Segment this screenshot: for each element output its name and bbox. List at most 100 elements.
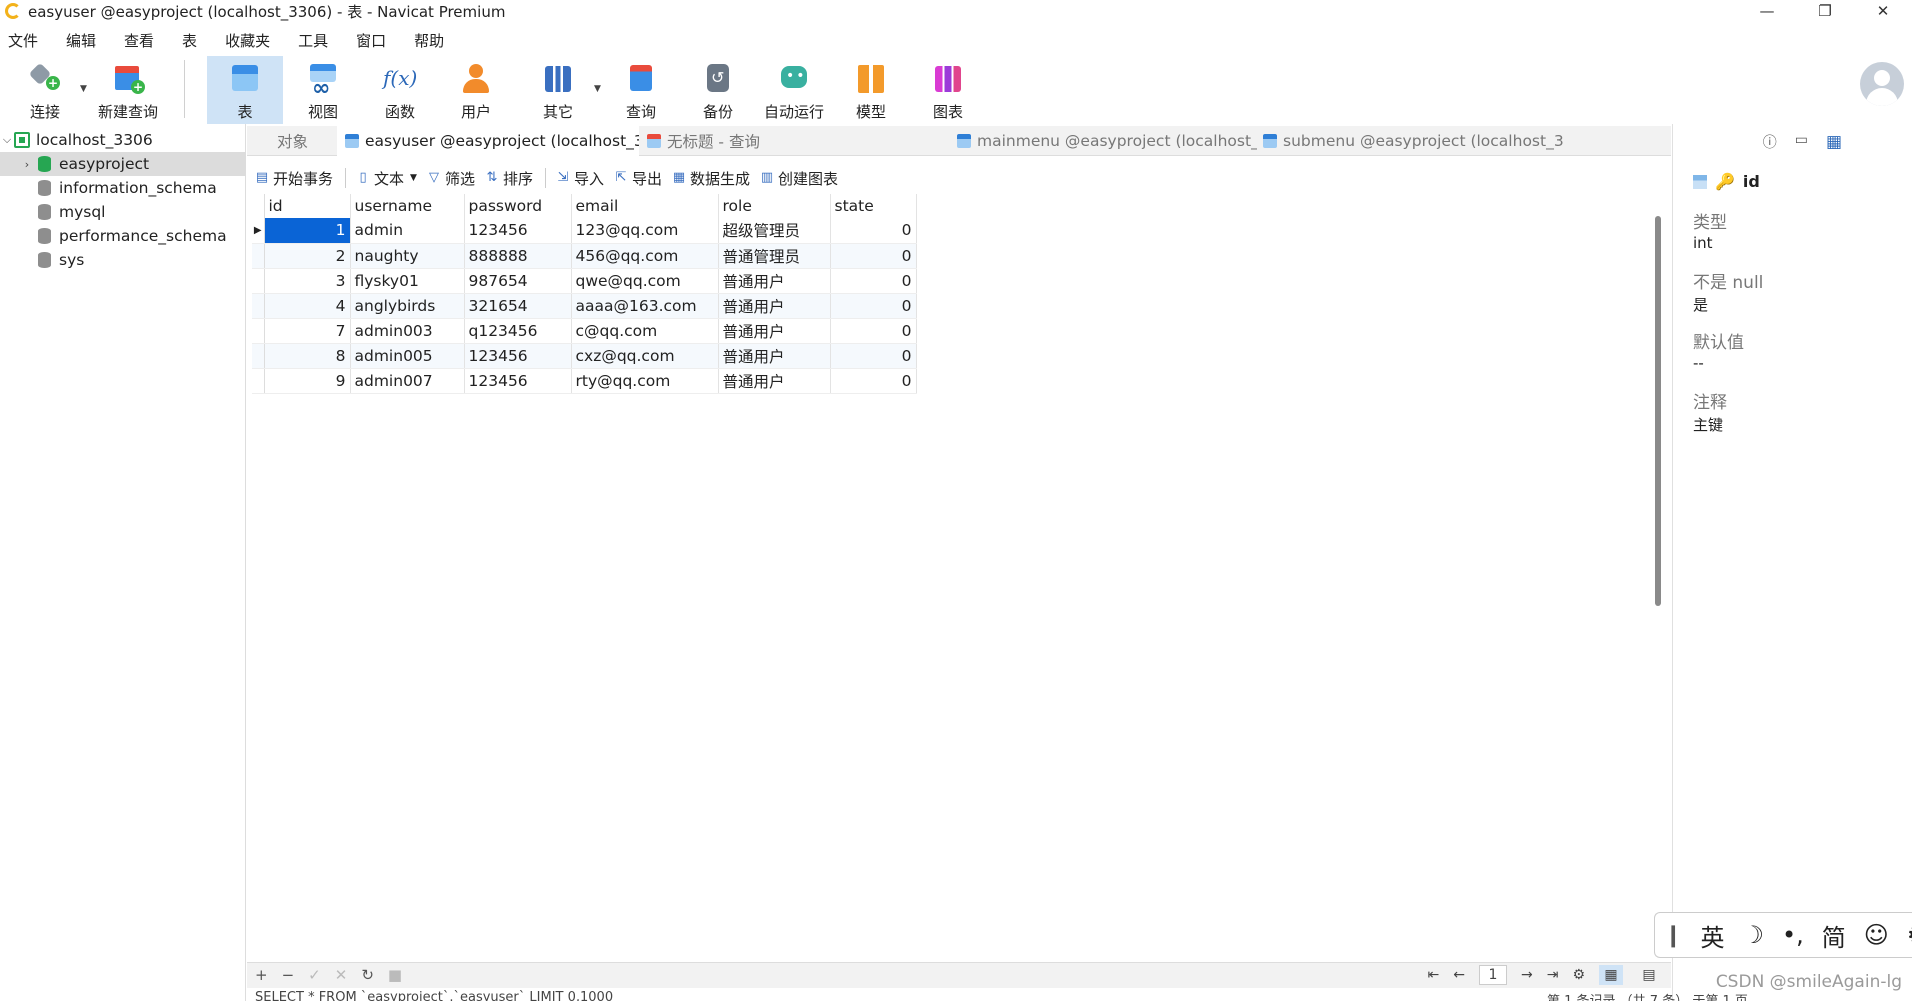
- cell-role[interactable]: 普通用户: [718, 318, 831, 344]
- cell-state[interactable]: 0: [830, 268, 917, 294]
- automation-button[interactable]: 自动运行: [756, 56, 832, 124]
- backup-button[interactable]: 备份: [688, 56, 748, 124]
- close-button[interactable]: ✕: [1854, 0, 1912, 22]
- cell-password[interactable]: 888888: [464, 243, 572, 269]
- cell-id[interactable]: 4: [264, 293, 351, 319]
- cell-id[interactable]: 9: [264, 368, 351, 394]
- table-row[interactable]: ▶ 1 admin 123456 123@qq.com 超级管理员 0: [252, 218, 917, 244]
- page-number-input[interactable]: 1: [1478, 965, 1507, 985]
- cell-password[interactable]: 123456: [464, 218, 572, 244]
- settings-icon[interactable]: ⚙: [1907, 921, 1912, 949]
- tree-db-performance-schema[interactable]: performance_schema: [0, 224, 246, 248]
- chevron-down-icon[interactable]: ⌵: [0, 133, 14, 147]
- cell-username[interactable]: admin: [350, 218, 465, 244]
- cell-email[interactable]: rty@qq.com: [571, 368, 719, 394]
- user-button[interactable]: 用户: [446, 56, 506, 124]
- filter-button[interactable]: ▽ 筛选: [427, 168, 475, 189]
- layout-icon[interactable]: ▦: [1826, 132, 1842, 152]
- sort-button[interactable]: ⇅ 排序: [485, 168, 533, 189]
- other-button[interactable]: 其它: [528, 56, 588, 124]
- tab-easyuser[interactable]: easyuser @easyproject (localhost_3...: [337, 126, 639, 156]
- import-button[interactable]: ⇲ 导入: [556, 168, 604, 189]
- query-button[interactable]: 查询: [611, 56, 671, 124]
- other-dropdown-icon[interactable]: ▼: [594, 84, 601, 94]
- info-icon[interactable]: ⓘ: [1763, 132, 1777, 152]
- ime-mode-button[interactable]: 英: [1700, 918, 1724, 953]
- grid-view-icon[interactable]: ▦: [1599, 965, 1623, 985]
- punctuation-icon[interactable]: •,: [1782, 921, 1804, 949]
- menu-file[interactable]: 文件: [8, 30, 38, 51]
- column-header-email[interactable]: email: [571, 194, 719, 218]
- chart-button[interactable]: 图表: [918, 56, 978, 124]
- avatar-icon[interactable]: [1860, 62, 1904, 106]
- menu-table[interactable]: 表: [182, 30, 197, 51]
- tab-submenu[interactable]: submenu @easyproject (localhost_3...: [1263, 126, 1563, 156]
- export-button[interactable]: ⇱ 导出: [614, 168, 662, 189]
- refresh-icon[interactable]: ↻: [361, 966, 374, 984]
- view-button[interactable]: 视图: [293, 56, 353, 124]
- first-page-icon[interactable]: ⇤: [1428, 967, 1440, 983]
- cell-username[interactable]: naughty: [350, 243, 465, 269]
- ime-width-button[interactable]: 简: [1822, 918, 1846, 953]
- cell-username[interactable]: anglybirds: [350, 293, 465, 319]
- discard-icon[interactable]: ✕: [335, 966, 348, 984]
- cell-id[interactable]: 8: [264, 343, 351, 369]
- column-header-state[interactable]: state: [830, 194, 917, 218]
- cell-username[interactable]: flysky01: [350, 268, 465, 294]
- menu-window[interactable]: 窗口: [356, 30, 386, 51]
- chevron-down-icon[interactable]: ▼: [410, 173, 417, 183]
- delete-record-icon[interactable]: −: [282, 966, 295, 984]
- cell-username[interactable]: admin003: [350, 318, 465, 344]
- cell-id[interactable]: 3: [264, 268, 351, 294]
- column-header-password[interactable]: password: [464, 194, 572, 218]
- cell-password[interactable]: 123456: [464, 368, 572, 394]
- table-row[interactable]: 9 admin007 123456 rty@qq.com 普通用户 0: [252, 368, 917, 394]
- last-page-icon[interactable]: ⇥: [1547, 967, 1559, 983]
- ime-handle-icon[interactable]: ❙: [1664, 923, 1682, 948]
- cell-role[interactable]: 超级管理员: [718, 218, 831, 244]
- tree-connection[interactable]: ⌵ localhost_3306: [0, 128, 246, 152]
- cell-username[interactable]: admin007: [350, 368, 465, 394]
- cell-state[interactable]: 0: [830, 343, 917, 369]
- model-button[interactable]: 模型: [841, 56, 901, 124]
- grid-vertical-scrollbar[interactable]: [1655, 216, 1661, 606]
- cell-password[interactable]: q123456: [464, 318, 572, 344]
- cell-role[interactable]: 普通用户: [718, 343, 831, 369]
- form-view-icon[interactable]: ▤: [1637, 965, 1661, 985]
- cell-id[interactable]: 7: [264, 318, 351, 344]
- cell-state[interactable]: 0: [830, 293, 917, 319]
- menu-favorites[interactable]: 收藏夹: [225, 30, 270, 51]
- tab-objects[interactable]: 对象: [277, 126, 337, 156]
- cell-state[interactable]: 0: [830, 368, 917, 394]
- previous-page-icon[interactable]: ←: [1453, 967, 1465, 983]
- ddl-icon[interactable]: ▭: [1795, 132, 1808, 152]
- menu-view[interactable]: 查看: [124, 30, 154, 51]
- menu-help[interactable]: 帮助: [414, 30, 444, 51]
- cell-email[interactable]: 123@qq.com: [571, 218, 719, 244]
- settings-icon[interactable]: ⚙: [1572, 967, 1585, 983]
- chevron-right-icon[interactable]: ›: [20, 158, 34, 171]
- minimize-button[interactable]: —: [1738, 0, 1796, 22]
- table-row[interactable]: 3 flysky01 987654 qwe@qq.com 普通用户 0: [252, 268, 917, 294]
- table-button[interactable]: 表: [207, 56, 283, 124]
- cell-state[interactable]: 0: [830, 318, 917, 344]
- cell-password[interactable]: 321654: [464, 293, 572, 319]
- cell-email[interactable]: cxz@qq.com: [571, 343, 719, 369]
- cell-id[interactable]: 1: [264, 218, 351, 244]
- cell-password[interactable]: 123456: [464, 343, 572, 369]
- cell-role[interactable]: 普通用户: [718, 268, 831, 294]
- tree-db-sys[interactable]: sys: [0, 248, 246, 272]
- stop-icon[interactable]: ■: [388, 966, 402, 984]
- emoji-icon[interactable]: ☺: [1864, 921, 1889, 949]
- connect-button[interactable]: 连接: [18, 56, 72, 124]
- table-row[interactable]: 8 admin005 123456 cxz@qq.com 普通用户 0: [252, 343, 917, 369]
- cell-email[interactable]: qwe@qq.com: [571, 268, 719, 294]
- menu-edit[interactable]: 编辑: [66, 30, 96, 51]
- moon-icon[interactable]: ☽: [1742, 921, 1764, 949]
- cell-role[interactable]: 普通用户: [718, 368, 831, 394]
- cell-password[interactable]: 987654: [464, 268, 572, 294]
- cell-email[interactable]: aaaa@163.com: [571, 293, 719, 319]
- cell-email[interactable]: c@qq.com: [571, 318, 719, 344]
- cell-role[interactable]: 普通用户: [718, 293, 831, 319]
- apply-icon[interactable]: ✓: [308, 966, 321, 984]
